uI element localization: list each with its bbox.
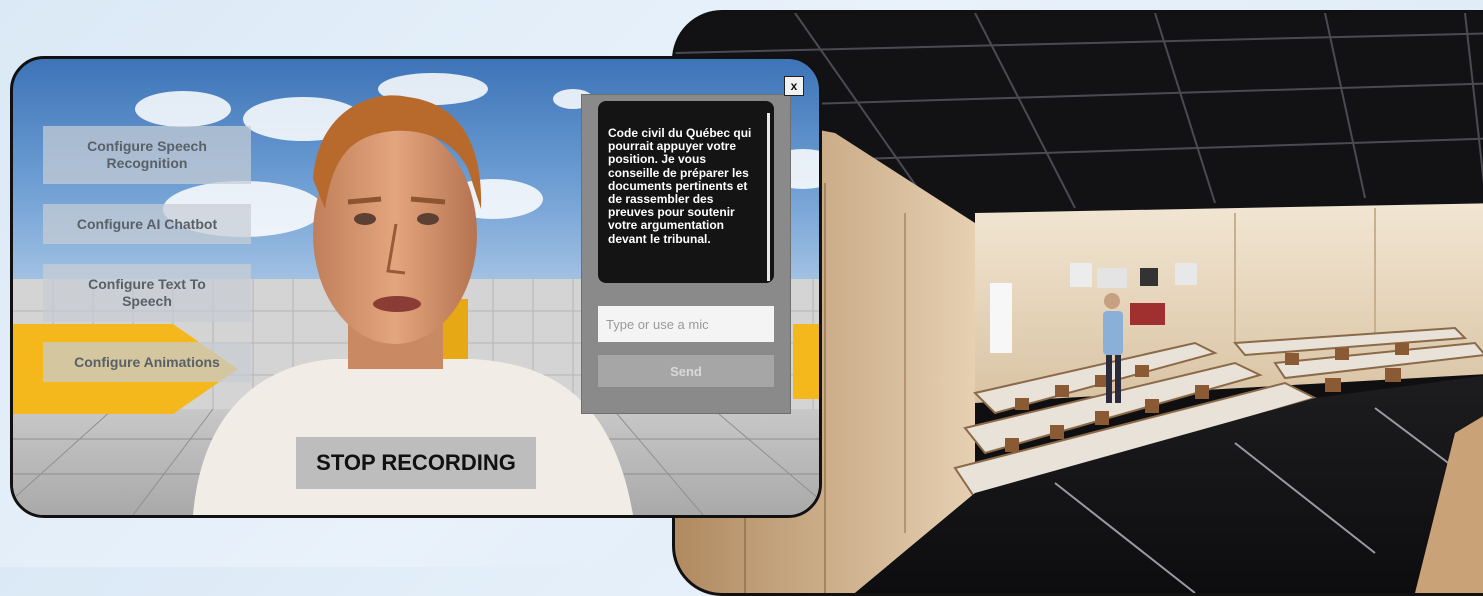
chat-response-box: Code civil du Québec qui pourrait appuye…: [598, 101, 774, 283]
configure-speech-recognition-button[interactable]: Configure Speech Recognition: [43, 126, 251, 184]
configure-text-to-speech-button[interactable]: Configure Text To Speech: [43, 264, 251, 322]
chat-input[interactable]: [598, 306, 774, 342]
send-button[interactable]: Send: [598, 355, 774, 387]
chat-panel: Code civil du Québec qui pourrait appuye…: [581, 94, 791, 414]
chat-scrollbar[interactable]: [767, 113, 770, 281]
chat-response-text: Code civil du Québec qui pourrait appuye…: [608, 126, 752, 246]
configure-ai-chatbot-label: Configure AI Chatbot: [76, 215, 218, 232]
avatar-app-window: Configure Speech Recognition Configure A…: [10, 56, 822, 518]
configure-text-to-speech-label: Configure Text To Speech: [88, 276, 206, 309]
close-button[interactable]: x: [784, 76, 804, 96]
configure-animations-button[interactable]: Configure Animations: [43, 342, 251, 382]
configure-animations-label: Configure Animations: [74, 353, 220, 370]
configure-ai-chatbot-button[interactable]: Configure AI Chatbot: [43, 204, 251, 244]
configure-speech-recognition-label: Configure Speech Recognition: [87, 138, 207, 171]
stop-recording-button[interactable]: STOP RECORDING: [296, 437, 536, 489]
